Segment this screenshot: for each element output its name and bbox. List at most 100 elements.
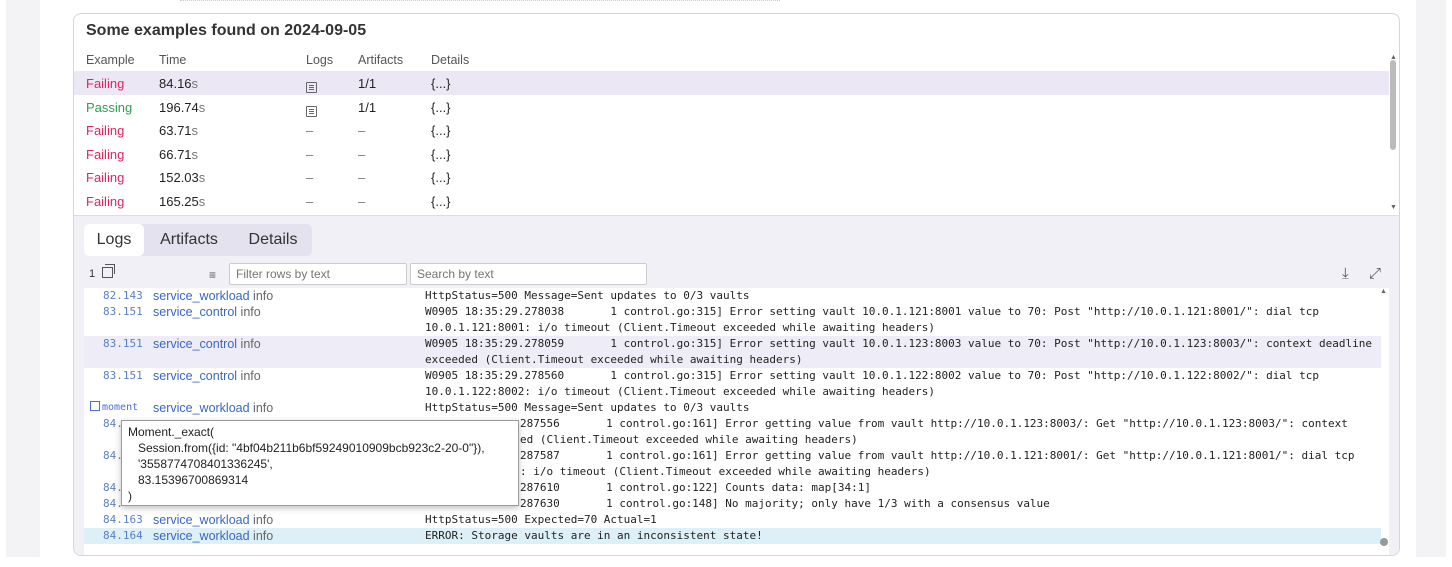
filter-icon[interactable]: ≡ bbox=[209, 268, 216, 282]
example-status: Failing bbox=[86, 193, 125, 209]
log-message: W0905 18:35:29.278038 1 control.go:315] … bbox=[425, 305, 1320, 334]
log-scrollbar[interactable]: ▲ bbox=[1380, 288, 1388, 555]
logs-empty: – bbox=[306, 123, 314, 139]
log-level: info bbox=[253, 289, 274, 303]
tab-logs[interactable]: Logs bbox=[84, 224, 144, 256]
example-artifacts: – bbox=[358, 170, 366, 186]
table-row[interactable]: Failing 152.03s – – {...} bbox=[74, 165, 1389, 189]
example-details[interactable]: {...} bbox=[431, 147, 451, 162]
example-details[interactable]: {...} bbox=[431, 76, 451, 91]
log-level: info bbox=[253, 401, 274, 415]
log-service[interactable]: service_workload info bbox=[153, 528, 273, 544]
logs-empty: – bbox=[306, 146, 314, 162]
tooltip-line: ) bbox=[128, 489, 132, 503]
tooltip-line: 83.15396700869314 bbox=[128, 473, 249, 487]
log-time: 84.163 bbox=[103, 513, 143, 526]
example-details[interactable]: {...} bbox=[431, 100, 451, 115]
col-header-artifacts[interactable]: Artifacts bbox=[358, 53, 403, 67]
examples-table-body: Failing 84.16s 1/1 {...} Passing 196.74s 1/1 {.… bbox=[74, 71, 1389, 213]
example-time: 165.25s bbox=[159, 193, 206, 209]
log-row[interactable]: 82.143 service_workload info HttpStatus=50… bbox=[84, 288, 1381, 304]
download-icon[interactable]: ⤓ bbox=[1342, 265, 1349, 282]
moment-tag[interactable]: moment bbox=[90, 400, 138, 416]
tooltip-line: Moment._exact( bbox=[128, 425, 215, 439]
page-margin-left bbox=[6, 0, 40, 557]
example-artifacts: – bbox=[358, 146, 366, 162]
col-header-example[interactable]: Example bbox=[86, 53, 135, 67]
log-message: 287610 1 control.go:122] Counts data: ma… bbox=[520, 481, 871, 494]
log-row[interactable]: 84.164 service_workload info ERROR: Storag… bbox=[84, 528, 1381, 544]
example-artifacts[interactable]: 1/1 bbox=[358, 76, 376, 91]
log-time: 82.143 bbox=[103, 289, 143, 302]
log-message: HttpStatus=500 Message=Sent updates to 0… bbox=[425, 401, 750, 414]
log-message: ERROR: Storage vaults are in an inconsis… bbox=[425, 529, 763, 542]
examples-table-header: Example Time Logs Artifacts Details bbox=[74, 52, 1389, 72]
log-toolbar: 1 ≡ ⤓ ⤢ bbox=[74, 262, 1399, 286]
example-time: 84.16s bbox=[159, 76, 199, 91]
col-header-time[interactable]: Time bbox=[159, 53, 186, 67]
example-details[interactable]: {...} bbox=[431, 170, 451, 185]
example-time: 196.74s bbox=[159, 99, 206, 115]
log-level: info bbox=[240, 337, 261, 351]
examples-title: Some examples found on 2024-09-05 bbox=[86, 22, 367, 39]
moment-icon bbox=[90, 401, 100, 411]
log-time: 84.164 bbox=[103, 529, 143, 542]
expand-icon[interactable]: ⤢ bbox=[1369, 265, 1381, 282]
page-margin-right bbox=[1416, 0, 1446, 557]
table-row[interactable]: Failing 165.25s – – {...} bbox=[74, 189, 1389, 213]
log-service[interactable]: service_workload info bbox=[153, 400, 273, 416]
example-status: Failing bbox=[86, 76, 125, 91]
logs-icon[interactable] bbox=[306, 76, 317, 93]
log-service[interactable]: service_workload info bbox=[153, 288, 273, 304]
table-row[interactable]: Passing 196.74s 1/1 {...} bbox=[74, 95, 1389, 119]
example-artifacts[interactable]: 1/1 bbox=[358, 100, 376, 115]
log-message: HttpStatus=500 Expected=70 Actual=1 bbox=[425, 513, 657, 526]
col-header-details[interactable]: Details bbox=[431, 53, 469, 67]
log-time: 83.151 bbox=[103, 369, 143, 382]
tooltip-line: '3558774708401336245', bbox=[128, 457, 273, 471]
log-scroll-up-icon[interactable]: ▲ bbox=[1380, 288, 1387, 295]
tab-details[interactable]: Details bbox=[234, 224, 312, 256]
example-details[interactable]: {...} bbox=[431, 123, 451, 138]
moment-tooltip: Moment._exact( Session.from({id: "4bf04b… bbox=[121, 420, 519, 506]
log-time: 83.151 bbox=[103, 305, 143, 318]
log-row[interactable]: 84.163 service_workload info HttpStatus=50… bbox=[84, 512, 1381, 528]
logs-icon[interactable] bbox=[306, 100, 317, 117]
scroll-down-icon[interactable]: ▼ bbox=[1390, 204, 1397, 211]
example-status: Failing bbox=[86, 123, 125, 139]
examples-scroll-thumb[interactable] bbox=[1390, 60, 1396, 150]
search-input[interactable] bbox=[410, 263, 647, 285]
log-level: info bbox=[240, 369, 261, 383]
table-row[interactable]: Failing 66.71s – – {...} bbox=[74, 142, 1389, 166]
log-message: 287587 1 control.go:161] Error getting v… bbox=[520, 449, 1355, 478]
logs-empty: – bbox=[306, 170, 314, 186]
log-row[interactable]: 83.151 service_control info W0905 18:35:29… bbox=[84, 304, 1381, 336]
table-row[interactable]: Failing 84.16s 1/1 {...} bbox=[74, 71, 1389, 95]
example-details[interactable]: {...} bbox=[431, 194, 451, 209]
col-header-logs[interactable]: Logs bbox=[306, 53, 333, 67]
log-service[interactable]: service_workload info bbox=[153, 512, 273, 528]
log-message: 287556 1 control.go:161] Error getting v… bbox=[520, 417, 1348, 446]
log-row[interactable]: 83.151 service_control info W0905 18:35:29… bbox=[84, 368, 1381, 400]
top-divider bbox=[180, 0, 780, 2]
log-message: HttpStatus=500 Message=Sent updates to 0… bbox=[425, 289, 750, 302]
log-service[interactable]: service_control info bbox=[153, 304, 261, 320]
example-status: Passing bbox=[86, 99, 133, 115]
log-time: 84. bbox=[103, 497, 123, 510]
log-row[interactable]: 83.151 service_control info W0905 18:35:29… bbox=[84, 336, 1381, 368]
selection-count: 1 bbox=[89, 268, 96, 280]
tab-artifacts[interactable]: Artifacts bbox=[148, 224, 230, 256]
log-service[interactable]: service_control info bbox=[153, 368, 261, 384]
examples-scrollbar[interactable]: ▲ ▼ bbox=[1387, 54, 1399, 212]
tab-bar: Logs Artifacts Details bbox=[84, 224, 312, 256]
log-scroll-thumb[interactable] bbox=[1380, 538, 1388, 546]
log-row[interactable]: moment service_workload info HttpStatus=50… bbox=[84, 400, 1381, 416]
log-time: 84. bbox=[103, 481, 123, 494]
example-time: 152.03s bbox=[159, 170, 206, 186]
table-row[interactable]: Failing 63.71s – – {...} bbox=[74, 118, 1389, 142]
filter-rows-input[interactable] bbox=[229, 263, 407, 285]
example-time: 63.71s bbox=[159, 123, 199, 139]
log-service[interactable]: service_control info bbox=[153, 336, 261, 352]
logs-empty: – bbox=[306, 193, 314, 209]
copy-icon[interactable] bbox=[102, 264, 115, 278]
